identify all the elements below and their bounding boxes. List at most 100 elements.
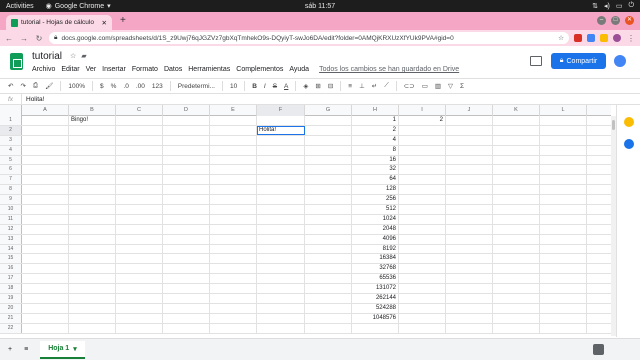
- column-header-i[interactable]: I: [399, 105, 446, 116]
- grid-cell[interactable]: [116, 323, 163, 333]
- grid-cell[interactable]: 1: [352, 116, 399, 125]
- grid-cell[interactable]: [22, 205, 69, 214]
- grid-cell[interactable]: [116, 284, 163, 294]
- close-window-icon[interactable]: ✕: [625, 16, 634, 25]
- grid-cell[interactable]: [22, 125, 69, 135]
- grid-cell[interactable]: [305, 264, 352, 274]
- row-header[interactable]: 21: [0, 313, 22, 323]
- grid-cell[interactable]: [446, 294, 493, 303]
- row-header[interactable]: 15: [0, 254, 22, 264]
- row-header[interactable]: 9: [0, 195, 22, 205]
- grid-cell[interactable]: [22, 135, 69, 145]
- row-header[interactable]: 8: [0, 185, 22, 195]
- grid-cell[interactable]: [116, 175, 163, 185]
- grid-cell[interactable]: [210, 135, 257, 145]
- grid-cell[interactable]: [540, 254, 587, 264]
- grid-cell[interactable]: [399, 313, 446, 323]
- grid-cell[interactable]: [399, 195, 446, 205]
- grid-cell[interactable]: [116, 116, 163, 125]
- grid-cell[interactable]: 64: [352, 175, 399, 185]
- grid-cell[interactable]: [446, 185, 493, 195]
- grid-cell[interactable]: [257, 274, 305, 284]
- row-header[interactable]: 5: [0, 155, 22, 165]
- grid-cell[interactable]: [257, 155, 305, 165]
- grid-cell[interactable]: [163, 214, 210, 224]
- grid-cell[interactable]: [163, 145, 210, 155]
- grid-cell[interactable]: [399, 274, 446, 284]
- paint-format-icon[interactable]: 🖌︎: [45, 82, 53, 90]
- grid-cell[interactable]: [399, 185, 446, 195]
- grid-cell[interactable]: [69, 155, 116, 165]
- grid-cell[interactable]: [257, 145, 305, 155]
- grid-cell[interactable]: [446, 116, 493, 125]
- grid-cell[interactable]: [446, 214, 493, 224]
- grid-cell[interactable]: [540, 323, 587, 333]
- grid-cell[interactable]: [305, 323, 352, 333]
- grid-cell[interactable]: [116, 274, 163, 284]
- menu-datos[interactable]: Datos: [164, 66, 182, 73]
- grid-cell[interactable]: [22, 313, 69, 323]
- column-header-k[interactable]: K: [493, 105, 540, 116]
- grid-cell[interactable]: [399, 214, 446, 224]
- grid-cell[interactable]: [493, 274, 540, 284]
- grid-cell[interactable]: [399, 205, 446, 214]
- grid-cell[interactable]: 4096: [352, 234, 399, 244]
- grid-cell[interactable]: [540, 155, 587, 165]
- grid-cell[interactable]: [493, 313, 540, 323]
- column-header-d[interactable]: D: [163, 105, 210, 116]
- menu-formato[interactable]: Formato: [132, 66, 158, 73]
- grid-cell[interactable]: [493, 125, 540, 135]
- column-header-j[interactable]: J: [446, 105, 493, 116]
- grid-cell[interactable]: [305, 284, 352, 294]
- grid-cell[interactable]: Bingo!: [69, 116, 116, 125]
- grid-cell[interactable]: [116, 145, 163, 155]
- row-header[interactable]: 6: [0, 165, 22, 175]
- grid-cell[interactable]: [69, 264, 116, 274]
- more-formats-button[interactable]: 123: [152, 83, 163, 90]
- row-header[interactable]: 14: [0, 244, 22, 254]
- font-select[interactable]: Predetermi...: [178, 83, 215, 90]
- selected-cell[interactable]: Holita!: [257, 125, 305, 135]
- grid-cell[interactable]: [540, 165, 587, 175]
- close-tab-icon[interactable]: ✕: [102, 19, 107, 27]
- grid-cell[interactable]: [446, 234, 493, 244]
- grid-cell[interactable]: [493, 135, 540, 145]
- forward-icon[interactable]: →: [19, 34, 29, 43]
- grid-cell[interactable]: [210, 313, 257, 323]
- menu-editar[interactable]: Editar: [61, 66, 79, 73]
- grid-cell[interactable]: [540, 195, 587, 205]
- grid-cell[interactable]: [163, 125, 210, 135]
- grid-cell[interactable]: [305, 195, 352, 205]
- row-header[interactable]: 13: [0, 234, 22, 244]
- menu-archivo[interactable]: Archivo: [32, 66, 55, 73]
- menu-ver[interactable]: Ver: [86, 66, 97, 73]
- row-header[interactable]: 7: [0, 175, 22, 185]
- print-icon[interactable]: ⎙: [33, 82, 38, 90]
- row-header[interactable]: 4: [0, 145, 22, 155]
- sheet-tab[interactable]: Hoja 1 ▾: [40, 340, 85, 359]
- grid-cell[interactable]: [540, 205, 587, 214]
- grid-cell[interactable]: [22, 274, 69, 284]
- grid-cell[interactable]: 512: [352, 205, 399, 214]
- text-color-button[interactable]: A: [284, 83, 288, 90]
- grid-cell[interactable]: [22, 214, 69, 224]
- wrap-icon[interactable]: ↵: [372, 82, 377, 90]
- grid-cell[interactable]: 128: [352, 185, 399, 195]
- grid-cell[interactable]: [257, 303, 305, 313]
- grid-cell[interactable]: 8: [352, 145, 399, 155]
- grid-cell[interactable]: [210, 145, 257, 155]
- grid-cell[interactable]: [540, 274, 587, 284]
- grid-cell[interactable]: [210, 125, 257, 135]
- reload-icon[interactable]: ↻: [34, 34, 44, 43]
- grid-cell[interactable]: [163, 116, 210, 125]
- grid-cell[interactable]: [210, 224, 257, 234]
- grid-cell[interactable]: [210, 116, 257, 125]
- grid-cell[interactable]: [257, 284, 305, 294]
- grid-cell[interactable]: [493, 145, 540, 155]
- grid-cell[interactable]: [22, 244, 69, 254]
- add-sheet-icon[interactable]: +: [8, 346, 12, 353]
- grid-cell[interactable]: [163, 264, 210, 274]
- grid-cell[interactable]: [69, 254, 116, 264]
- grid-cell[interactable]: [69, 165, 116, 175]
- grid-cell[interactable]: [540, 145, 587, 155]
